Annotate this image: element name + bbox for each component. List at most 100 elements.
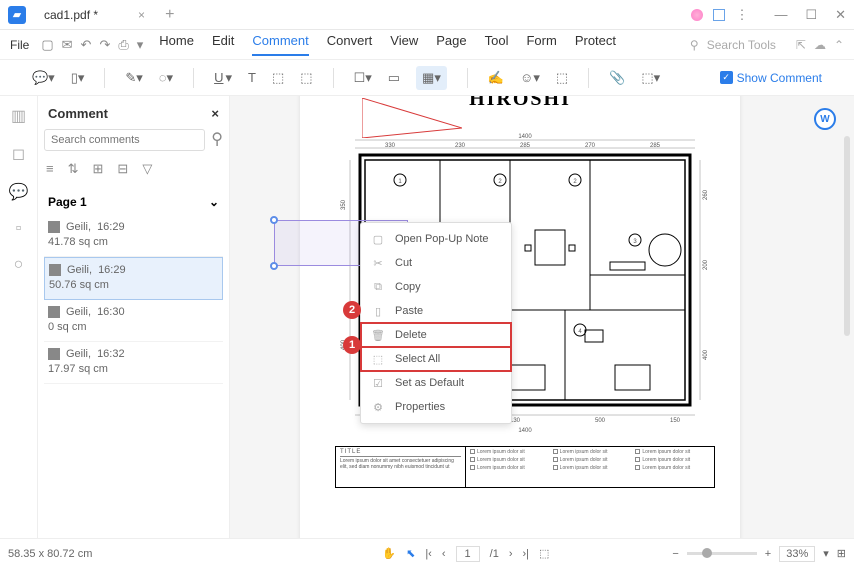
textbox-tool[interactable]: ⬚ [272, 70, 284, 86]
stamp-tool[interactable]: ▭ [388, 70, 400, 86]
resize-handle[interactable] [270, 262, 278, 270]
search-panel-icon[interactable]: ○ [14, 256, 24, 274]
zoom-dropdown-icon[interactable]: ▾ [823, 547, 829, 560]
page-group-header[interactable]: Page 1 ⌄ [44, 189, 223, 215]
account-indicators[interactable]: ⋮ [691, 7, 748, 23]
list-icon[interactable]: ≡ [46, 161, 54, 177]
undo-icon[interactable]: ↶ [81, 37, 92, 53]
note-tool[interactable]: 💬▾ [32, 70, 55, 86]
page-input[interactable]: 1 [456, 546, 480, 562]
zoom-value[interactable]: 33% [779, 546, 815, 562]
check-icon: ☑ [371, 376, 385, 390]
title-block: TITLE Lorem ipsum dolor sit amet consect… [335, 446, 715, 488]
comments-panel-icon[interactable]: 💬 [9, 182, 29, 202]
zoom-in-icon[interactable]: + [765, 548, 771, 560]
last-page-icon[interactable]: ›| [523, 548, 530, 560]
zoom-slider[interactable] [687, 552, 757, 555]
fit-icon[interactable]: ⬚ [539, 547, 549, 560]
save-icon[interactable]: ▢ [41, 37, 53, 53]
underline-tool[interactable]: U▾ [214, 70, 232, 86]
print-icon[interactable]: ⎙ [118, 37, 128, 53]
sort-icon[interactable]: ⇅ [68, 161, 79, 177]
first-page-icon[interactable]: |‹ [425, 548, 432, 560]
select-all-icon: ⬚ [371, 352, 385, 366]
ctx-properties[interactable]: ⚙Properties [361, 395, 511, 419]
close-tab-icon[interactable]: × [138, 8, 145, 22]
attachments-icon[interactable]: ▫ [16, 220, 22, 238]
area-icon [49, 264, 61, 276]
more-tool[interactable]: ⬚▾ [641, 70, 660, 86]
text-tool[interactable]: T [248, 70, 256, 85]
search-tools[interactable]: Search Tools [707, 38, 776, 52]
zoom-out-icon[interactable]: − [672, 548, 678, 560]
search-icon[interactable]: ⚲ [211, 129, 223, 151]
pencil-tool[interactable]: ✎▾ [125, 70, 142, 86]
collapse-icon[interactable]: ⊟ [117, 161, 128, 177]
stamp2-tool[interactable]: ☺▾ [520, 70, 540, 86]
hand-tool-icon[interactable]: ✋ [382, 547, 396, 560]
bookmarks-icon[interactable]: ◻ [12, 144, 25, 164]
svg-text:1: 1 [398, 179, 402, 185]
tab-view[interactable]: View [390, 33, 418, 56]
show-comment-toggle[interactable]: ✓ Show Comment [720, 71, 822, 85]
kebab-icon[interactable]: ⋮ [735, 7, 748, 23]
share-icon[interactable]: ⇱ [796, 38, 806, 52]
comment-item[interactable]: Geili,16:29 41.78 sq cm [44, 215, 223, 257]
tab-edit[interactable]: Edit [212, 33, 234, 56]
print-dropdown-icon[interactable]: ▾ [137, 37, 144, 53]
ctx-copy[interactable]: ⧉Copy [361, 275, 511, 299]
ctx-select-all[interactable]: ⬚Select All [361, 347, 511, 371]
select-tool-icon[interactable]: ⬉ [406, 547, 415, 560]
comment-item[interactable]: Geili,16:32 17.97 sq cm [44, 342, 223, 384]
svg-text:2: 2 [498, 179, 502, 185]
comment-item[interactable]: Geili,16:30 0 sq cm [44, 300, 223, 342]
shape-tool[interactable]: ☐▾ [354, 70, 372, 86]
area-icon [48, 348, 60, 360]
tab-filename: cad1.pdf * [44, 8, 98, 22]
document-tab[interactable]: cad1.pdf * × [34, 4, 155, 26]
cloud-icon[interactable]: ☁ [814, 38, 826, 52]
scissors-icon: ✂ [371, 256, 385, 270]
area-tool[interactable]: ▦▾ [416, 66, 447, 90]
tab-home[interactable]: Home [159, 33, 194, 56]
callout-tool[interactable]: ⬚ [300, 70, 312, 86]
redo-icon[interactable]: ↷ [99, 37, 110, 53]
tab-comment[interactable]: Comment [252, 33, 308, 56]
scrollbar[interactable] [844, 136, 850, 336]
eraser-tool[interactable]: ◌▾ [159, 70, 173, 86]
resize-handle[interactable] [270, 216, 278, 224]
link-tool[interactable]: ⬚ [556, 70, 568, 86]
signature-tool[interactable]: ✍ [488, 70, 504, 86]
ctx-delete[interactable]: 🗑Delete [361, 323, 511, 347]
search-comments-input[interactable] [44, 129, 205, 151]
app-icon: ▰ [8, 6, 26, 24]
ctx-paste[interactable]: ▯Paste [361, 299, 511, 323]
prev-page-icon[interactable]: ‹ [442, 548, 446, 560]
tab-page[interactable]: Page [436, 33, 466, 56]
attachment-tool[interactable]: 📎 [609, 70, 625, 86]
tab-form[interactable]: Form [526, 33, 556, 56]
comment-item-selected[interactable]: Geili,16:29 50.76 sq cm [44, 257, 223, 300]
tab-protect[interactable]: Protect [575, 33, 616, 56]
mail-icon[interactable]: ✉ [62, 37, 73, 53]
close-sidebar-icon[interactable]: × [211, 106, 219, 121]
ctx-cut[interactable]: ✂Cut [361, 251, 511, 275]
highlight-tool[interactable]: ▯▾ [71, 70, 85, 86]
file-menu[interactable]: File [10, 38, 29, 52]
ctx-open-popup[interactable]: ▢Open Pop-Up Note [361, 227, 511, 251]
next-page-icon[interactable]: › [509, 548, 513, 560]
maximize-button[interactable]: ☐ [805, 7, 817, 23]
new-tab-button[interactable]: + [165, 6, 174, 24]
close-window-button[interactable]: ✕ [835, 7, 846, 23]
ctx-set-default[interactable]: ☑Set as Default [361, 371, 511, 395]
thumbnails-icon[interactable]: ▥ [11, 106, 26, 126]
document-canvas[interactable]: W HIROSHI 1400 330230285270285 1 2 2 3 5 [230, 96, 854, 538]
expand-icon[interactable]: ⊞ [93, 161, 104, 177]
tab-tool[interactable]: Tool [485, 33, 509, 56]
minimize-button[interactable]: — [774, 7, 787, 23]
tab-convert[interactable]: Convert [327, 33, 373, 56]
word-export-icon[interactable]: W [814, 108, 836, 130]
fit-page-icon[interactable]: ⊞ [837, 547, 846, 560]
filter-icon[interactable]: ▽ [142, 161, 152, 177]
collapse-icon[interactable]: ⌃ [834, 38, 844, 52]
